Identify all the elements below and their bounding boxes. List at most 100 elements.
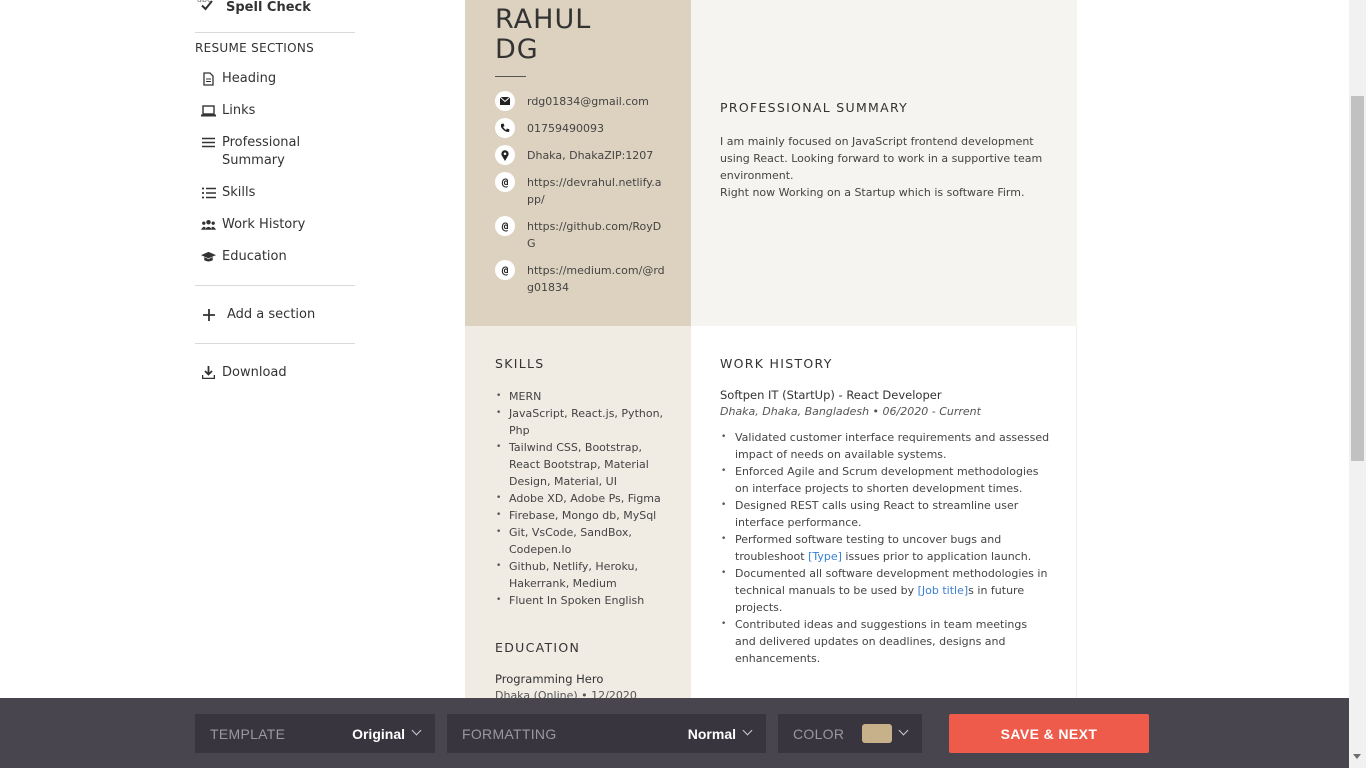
summary-line: Right now Working on a Startup which is … [720,186,1025,199]
sidebar-item-label: Education [222,249,287,264]
education-heading: EDUCATION [495,640,581,655]
contact-text: https://devrahul.netlify.app/ [527,176,662,206]
template-value: Original [352,725,405,742]
contact-text: https://medium.com/@rdg01834 [527,264,665,294]
bottom-toolbar: TEMPLATE Original FORMATTING Normal COLO… [0,698,1349,768]
contact-github: @ https://github.com/RoyDG [495,216,667,252]
color-label: COLOR [793,725,845,742]
job-title: Softpen IT (StartUp) - React Developer [720,388,942,402]
contact-text: 01759490093 [527,122,604,135]
formatting-label: FORMATTING [462,725,557,742]
sidebar-item-education[interactable]: Education [201,248,332,266]
phone-icon [495,118,515,138]
placeholder-link[interactable]: [Job title] [918,584,969,597]
contact-medium: @ https://medium.com/@rdg01834 [495,260,667,296]
list-icon [201,135,216,150]
contact-email: rdg01834@gmail.com [495,91,667,111]
chevron-down-icon [898,725,909,736]
skill-item: Github, Netlify, Heroku, Hakerrank, Medi… [495,558,665,592]
duty-item: Enforced Agile and Scrum development met… [720,463,1050,497]
resume-last-name: DG [495,34,539,65]
at-icon: @ [495,172,515,192]
skill-item: Firebase, Mongo db, MySql [495,507,665,524]
skill-item: Tailwind CSS, Bootstrap, React Bootstrap… [495,439,665,490]
users-icon [201,217,216,232]
duty-item: Contributed ideas and suggestions in tea… [720,616,1050,667]
spell-check-icon: abc [195,0,219,15]
skill-item: JavaScript, React.js, Python, Php [495,405,665,439]
resume-first-name: RAHUL [495,4,592,35]
spell-check-button[interactable]: abc Spell Check [195,0,311,15]
education-school: Programming Hero [495,672,604,686]
duty-text: Contributed ideas and suggestions in tea… [735,618,1028,665]
chevron-down-icon [411,725,422,736]
name-divider [495,76,526,77]
divider [195,32,355,33]
placeholder-link[interactable]: [Type] [808,550,842,563]
add-section-label: Add a section [227,307,316,322]
skill-item: Fluent In Spoken English [495,592,665,609]
work-history-heading: WORK HISTORY [720,356,833,371]
contact-text: rdg01834@gmail.com [527,95,649,108]
skills-heading: SKILLS [495,356,545,371]
divider [195,285,355,286]
sidebar-item-work-history[interactable]: Work History [201,216,332,234]
duty-text: Enforced Agile and Scrum development met… [735,465,1039,495]
formatting-select[interactable]: FORMATTING Normal [447,714,766,753]
contact-phone: 01759490093 [495,118,667,138]
duty-item: Designed REST calls using React to strea… [720,497,1050,531]
summary-heading: PROFESSIONAL SUMMARY [720,100,909,115]
page-scrollbar[interactable] [1349,0,1366,768]
duty-item: Documented all software development meth… [720,565,1050,616]
skills-list: MERN JavaScript, React.js, Python, Php T… [495,388,665,609]
location-pin-icon [495,145,515,165]
sidebar-item-links[interactable]: Links [201,102,332,120]
document-icon [201,71,216,86]
color-swatch [862,724,892,743]
at-icon: @ [495,260,515,280]
duty-item: Performed software testing to uncover bu… [720,531,1050,565]
save-next-button[interactable]: SAVE & NEXT [949,714,1149,753]
job-location-dates: Dhaka, Dhaka, Bangladesh • 06/2020 - Cur… [720,405,981,418]
add-section-button[interactable]: Add a section [201,306,337,324]
resume-preview[interactable]: RAHUL DG rdg01834@gmail.com 01759490093 … [465,0,1077,702]
formatting-value: Normal [687,725,736,742]
sidebar-item-skills[interactable]: Skills [201,184,332,202]
envelope-icon [495,91,515,111]
plus-icon [201,307,216,322]
template-label: TEMPLATE [210,725,286,742]
graduation-cap-icon [201,249,216,264]
contact-website: @ https://devrahul.netlify.app/ [495,172,667,208]
summary-line: I am mainly focused on JavaScript fronte… [720,135,1043,182]
sidebar-item-heading[interactable]: Heading [201,70,332,88]
download-button[interactable]: Download [201,364,332,382]
sidebar-item-label: Links [222,103,256,118]
download-label: Download [222,365,287,380]
scrollbar-thumb[interactable] [1351,96,1364,461]
contact-text: Dhaka, DhakaZIP:1207 [527,149,654,162]
checklist-icon [201,185,216,200]
contact-address: Dhaka, DhakaZIP:1207 [495,145,667,165]
skill-item: Adobe XD, Adobe Ps, Figma [495,490,665,507]
contact-text: https://github.com/RoyDG [527,220,662,250]
scroll-down-arrow-icon[interactable] [1353,754,1361,759]
skill-item: Git, VsCode, SandBox, Codepen.Io [495,524,665,558]
summary-text: I am mainly focused on JavaScript fronte… [720,133,1050,201]
sidebar-item-label: Skills [222,185,256,200]
divider [195,343,355,344]
duty-text: issues prior to application launch. [841,550,1032,563]
template-select[interactable]: TEMPLATE Original [195,714,435,753]
color-select[interactable]: COLOR [778,714,922,753]
sidebar-item-label: Professional Summary [222,135,301,168]
duty-text: Validated customer interface requirement… [735,431,1050,461]
sidebar-item-label: Work History [222,217,306,232]
duty-item: Validated customer interface requirement… [720,429,1050,463]
resume-sections-title: RESUME SECTIONS [195,41,315,55]
laptop-icon [201,103,216,118]
chevron-down-icon [742,725,753,736]
at-icon: @ [495,216,515,236]
sidebar-item-professional-summary[interactable]: Professional Summary [201,134,332,170]
duty-text: Designed REST calls using React to strea… [735,499,1019,529]
spell-check-label: Spell Check [226,0,311,15]
download-icon [201,365,216,380]
